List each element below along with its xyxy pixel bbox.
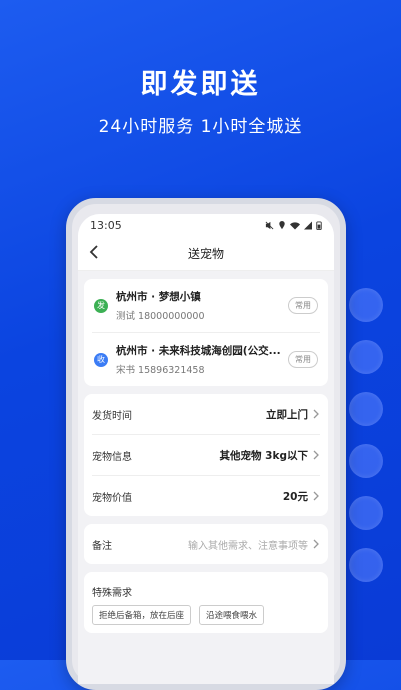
chevron-right-icon xyxy=(313,450,319,460)
back-arrow-icon xyxy=(89,245,98,259)
battery-icon xyxy=(316,220,322,230)
address-card: 发 杭州市 · 梦想小镇 测试 18000000000 常用 收 杭州市 · 未… xyxy=(84,279,328,386)
pickup-tag: 发 xyxy=(94,298,108,313)
hero-subtitle: 24小时服务 1小时全城送 xyxy=(98,117,303,137)
decor-dot xyxy=(349,496,383,530)
delivery-address[interactable]: 收 杭州市 · 未来科技城海创园(公交... 宋书 15896321458 常用 xyxy=(92,332,320,386)
phone-mockup: 13:05 送宠物 发 杭州市 · 梦想小镇 测试 18000000000 常用… xyxy=(66,198,346,690)
decor-dot xyxy=(349,548,383,582)
nav-bar: 送宠物 xyxy=(78,236,334,271)
remark-input[interactable]: 输入其他需求、注意事项等 xyxy=(188,537,308,552)
back-button[interactable] xyxy=(84,242,104,262)
status-time: 13:05 xyxy=(90,218,122,232)
wifi-icon xyxy=(290,221,300,229)
pet-value-value: 20元 xyxy=(282,490,308,503)
chevron-right-icon xyxy=(313,539,319,549)
delivery-address-text: 杭州市 · 未来科技城海创园(公交... xyxy=(116,345,281,357)
special-option[interactable]: 沿途喂食喂水 xyxy=(199,605,265,625)
pickup-address-text: 杭州市 · 梦想小镇 xyxy=(116,291,201,303)
pet-info-label: 宠物信息 xyxy=(92,451,132,463)
signal-icon xyxy=(304,221,312,229)
location-icon xyxy=(279,220,285,229)
row-pet-value[interactable]: 宠物价值 20元 xyxy=(92,476,320,516)
delivery-contact: 宋书 15896321458 xyxy=(116,365,205,376)
decorative-dots xyxy=(349,288,383,600)
decor-dot xyxy=(349,340,383,374)
mute-icon xyxy=(265,221,274,229)
special-option[interactable]: 拒绝后备箱，放在后座 xyxy=(92,605,192,625)
row-pet-info[interactable]: 宠物信息 其他宠物 3kg以下 xyxy=(92,435,320,476)
hero-title: 即发即送 xyxy=(140,69,261,100)
row-ship-time[interactable]: 发货时间 立即上门 xyxy=(92,394,320,435)
remark-card: 备注 输入其他需求、注意事项等 xyxy=(84,524,328,564)
pickup-contact: 测试 18000000000 xyxy=(116,311,205,322)
status-icons xyxy=(265,220,322,230)
pickup-common-button[interactable]: 常用 xyxy=(288,297,318,314)
chevron-right-icon xyxy=(313,409,319,419)
chevron-right-icon xyxy=(313,491,319,501)
decor-dot xyxy=(349,392,383,426)
special-options: 拒绝后备箱，放在后座 沿途喂食喂水 xyxy=(84,605,328,633)
row-remark[interactable]: 备注 输入其他需求、注意事项等 xyxy=(92,524,320,564)
delivery-common-button[interactable]: 常用 xyxy=(288,351,318,368)
details-card: 发货时间 立即上门 宠物信息 其他宠物 3kg以下 宠物价值 20元 xyxy=(84,394,328,516)
delivery-tag: 收 xyxy=(94,352,108,367)
decor-dot xyxy=(349,288,383,322)
special-card: 特殊需求 拒绝后备箱，放在后座 沿途喂食喂水 xyxy=(84,572,328,633)
pickup-address[interactable]: 发 杭州市 · 梦想小镇 测试 18000000000 常用 xyxy=(84,279,328,332)
page-title: 送宠物 xyxy=(187,246,224,261)
status-bar: 13:05 xyxy=(78,214,334,236)
special-title: 特殊需求 xyxy=(92,588,132,599)
pet-info-value: 其他宠物 3kg以下 xyxy=(219,449,308,462)
ship-time-label: 发货时间 xyxy=(92,410,132,422)
phone-screen: 13:05 送宠物 发 杭州市 · 梦想小镇 测试 18000000000 常用… xyxy=(78,214,334,684)
ship-time-value: 立即上门 xyxy=(266,408,308,421)
decor-dot xyxy=(349,444,383,478)
pet-value-label: 宠物价值 xyxy=(92,492,132,504)
remark-label: 备注 xyxy=(92,540,112,552)
